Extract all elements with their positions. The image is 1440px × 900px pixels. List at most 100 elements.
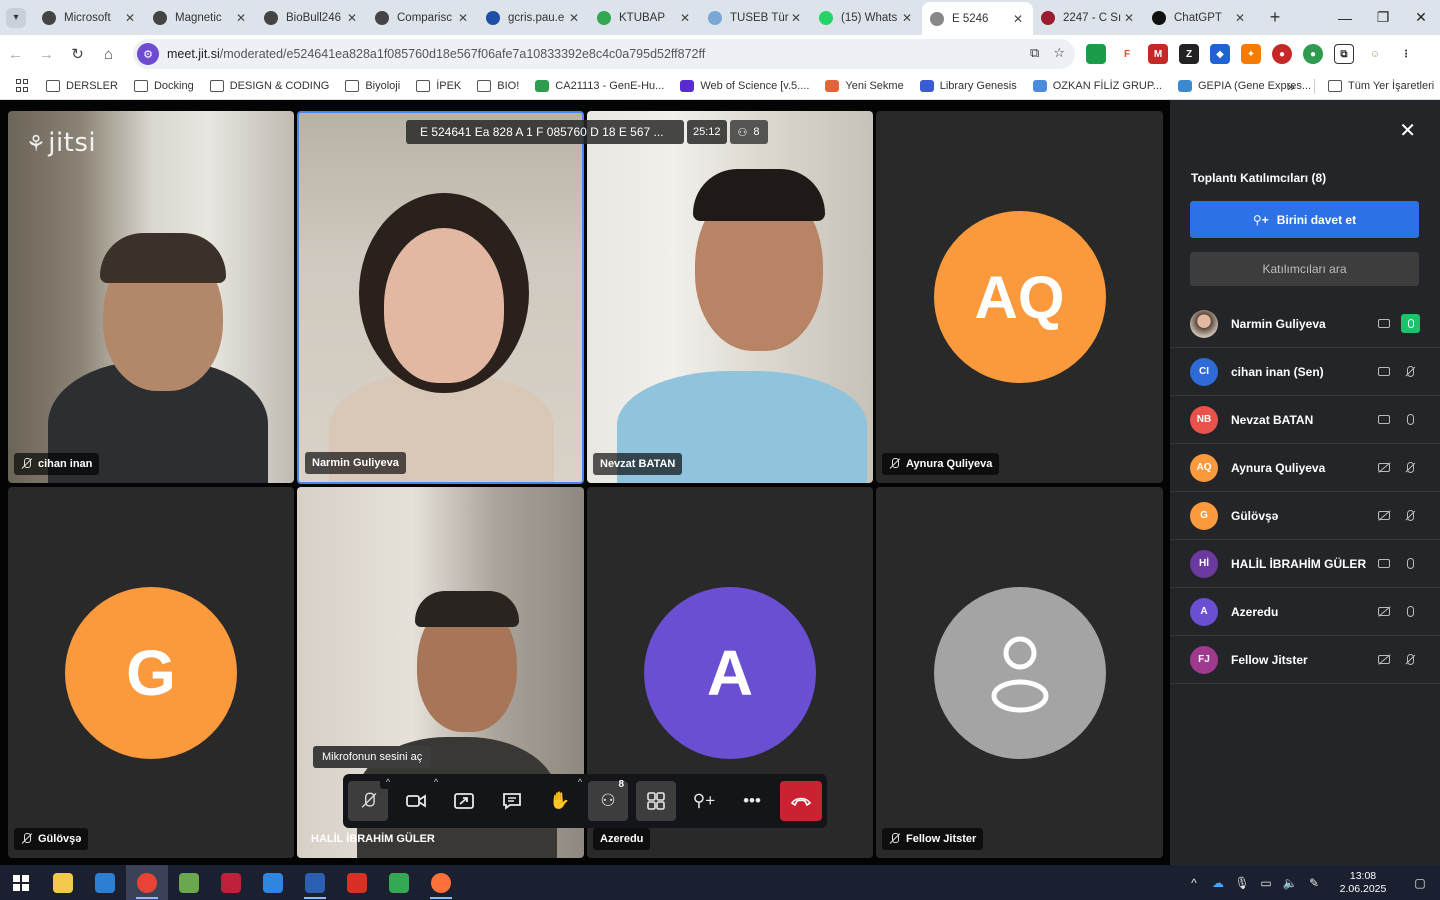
bookmark-item[interactable]: Yeni Sekme bbox=[825, 80, 904, 92]
tab-search-button[interactable]: ▾ bbox=[6, 7, 26, 28]
bookmark-item[interactable]: Docking bbox=[133, 80, 194, 92]
browser-tab[interactable]: (15) Whats ✕ bbox=[811, 0, 922, 35]
tab-close-icon[interactable]: ✕ bbox=[456, 11, 470, 25]
show-hidden-icons[interactable]: ^ bbox=[1182, 876, 1206, 890]
taskbar-mendeley[interactable] bbox=[210, 865, 252, 900]
network-icon[interactable]: ▭ bbox=[1254, 876, 1278, 890]
bookmark-item[interactable]: DERSLER bbox=[46, 80, 118, 92]
participant-row[interactable]: Hİ HALİL İBRAHİM GÜLER bbox=[1170, 540, 1440, 588]
taskbar-chrome[interactable] bbox=[126, 865, 168, 900]
participant-row[interactable]: AQ Aynura Quliyeva bbox=[1170, 444, 1440, 492]
taskbar-word[interactable] bbox=[294, 865, 336, 900]
browser-tab[interactable]: TÜSEB Türl ✕ bbox=[700, 0, 811, 35]
pen-icon[interactable]: ✎ bbox=[1302, 876, 1326, 890]
taskbar-file-explorer[interactable] bbox=[42, 865, 84, 900]
clock[interactable]: 13:08 2.06.2025 bbox=[1326, 870, 1400, 896]
video-tile-nevzat[interactable]: Nevzat BATAN bbox=[587, 111, 873, 483]
bookmark-item[interactable]: Library Genesis bbox=[919, 80, 1017, 92]
raise-hand-button[interactable]: ✋ ^ bbox=[540, 775, 588, 821]
participant-count-button[interactable]: ⚇ 8 bbox=[729, 120, 768, 144]
browser-tab[interactable]: Comparisc ✕ bbox=[367, 0, 478, 35]
close-window-button[interactable]: ✕ bbox=[1402, 0, 1440, 35]
address-bar[interactable]: ⚙ meet.jit.si/moderated/e524641ea828a1f0… bbox=[133, 39, 1075, 69]
academic-extension-icon[interactable]: ◆ bbox=[1210, 44, 1230, 64]
taskbar-discovery-studio[interactable] bbox=[84, 865, 126, 900]
minimize-button[interactable]: — bbox=[1326, 0, 1364, 35]
tile-view-button[interactable] bbox=[636, 781, 676, 821]
notifications-icon[interactable]: ▢ bbox=[1400, 876, 1440, 890]
reload-button[interactable]: ↻ bbox=[62, 39, 93, 69]
restore-button[interactable]: ❐ bbox=[1364, 0, 1402, 35]
bookmark-item[interactable]: CA21113 - GenE-Hu... bbox=[535, 80, 664, 92]
browser-tab[interactable]: KTUBAP ✕ bbox=[589, 0, 700, 35]
volume-icon[interactable]: 🔈 bbox=[1278, 876, 1302, 890]
participant-row[interactable]: FJ Fellow Jitster bbox=[1170, 636, 1440, 684]
microphone-tray-icon[interactable]: 🎙 bbox=[1230, 876, 1254, 890]
participant-row[interactable]: CI cihan inan (Sen) bbox=[1170, 348, 1440, 396]
video-tile-narmin[interactable]: Narmin Guliyeva bbox=[297, 111, 584, 484]
taskbar-firefox[interactable] bbox=[420, 865, 462, 900]
evernote-extension-icon[interactable] bbox=[1086, 44, 1106, 64]
chat-button[interactable] bbox=[492, 781, 532, 821]
participant-row[interactable]: A Azeredu bbox=[1170, 588, 1440, 636]
f-extension-icon[interactable]: F bbox=[1117, 44, 1137, 64]
audio-options-caret[interactable]: ^ bbox=[380, 775, 396, 789]
video-options-caret[interactable]: ^ bbox=[428, 775, 444, 789]
camera-button[interactable]: ^ bbox=[396, 775, 444, 821]
browser-tab[interactable]: BioBull246 ✕ bbox=[256, 0, 367, 35]
reactions-caret[interactable]: ^ bbox=[572, 775, 588, 789]
browser-tab[interactable]: Microsoft ✕ bbox=[34, 0, 145, 35]
start-button[interactable] bbox=[0, 865, 42, 900]
tab-close-icon[interactable]: ✕ bbox=[678, 11, 692, 25]
metamask-extension-icon[interactable]: ✦ bbox=[1241, 44, 1261, 64]
onedrive-icon[interactable]: ☁ bbox=[1206, 876, 1230, 890]
browser-tab[interactable]: 2247 - C Sı ✕ bbox=[1033, 0, 1144, 35]
screen-share-button[interactable] bbox=[444, 781, 484, 821]
browser-tab[interactable]: gcris.pau.e ✕ bbox=[478, 0, 589, 35]
zotero-extension-icon[interactable]: Z bbox=[1179, 44, 1199, 64]
participant-row[interactable]: G Gülövşə bbox=[1170, 492, 1440, 540]
close-panel-icon[interactable]: ✕ bbox=[1399, 118, 1416, 143]
video-tile-gulovse[interactable]: G Gülövşə bbox=[8, 487, 294, 858]
tab-close-icon[interactable]: ✕ bbox=[789, 11, 803, 25]
extensions-puzzle-icon[interactable]: ⧉ bbox=[1334, 44, 1354, 64]
tab-close-icon[interactable]: ✕ bbox=[900, 11, 914, 25]
browser-menu-icon[interactable]: ⋮ bbox=[1396, 44, 1416, 64]
red-extension-icon[interactable]: ● bbox=[1272, 44, 1292, 64]
invite-someone-button[interactable]: ⚲+ Birini davet et bbox=[1190, 201, 1419, 238]
url-text[interactable]: meet.jit.si/moderated/e524641ea828a1f085… bbox=[167, 47, 705, 61]
taskbar-blue-app[interactable] bbox=[252, 865, 294, 900]
participant-row[interactable]: Narmin Guliyeva bbox=[1170, 300, 1440, 348]
taskbar-pdf-app[interactable] bbox=[336, 865, 378, 900]
browser-tab[interactable]: E 5246 ✕ bbox=[922, 2, 1033, 35]
install-app-icon[interactable]: ⧉ bbox=[1030, 45, 1039, 61]
video-tile-fellow-jitster[interactable]: Fellow Jitster bbox=[876, 487, 1163, 858]
tab-close-icon[interactable]: ✕ bbox=[1011, 12, 1025, 26]
browser-tab[interactable]: ChatGPT ✕ bbox=[1144, 0, 1255, 35]
bookmark-item[interactable]: İPEK bbox=[416, 80, 461, 92]
home-button[interactable]: ⌂ bbox=[93, 39, 124, 69]
mendeley-extension-icon[interactable]: M bbox=[1148, 44, 1168, 64]
tab-close-icon[interactable]: ✕ bbox=[567, 11, 581, 25]
microphone-button[interactable]: ^ bbox=[348, 775, 396, 821]
back-button[interactable]: ← bbox=[0, 39, 31, 69]
bookmark-item[interactable]: OZKAN FİLİZ GRUP... bbox=[1032, 80, 1162, 92]
tab-close-icon[interactable]: ✕ bbox=[123, 11, 137, 25]
taskbar-drive[interactable] bbox=[378, 865, 420, 900]
participant-row[interactable]: NB Nevzat BATAN bbox=[1170, 396, 1440, 444]
participant-search-input[interactable] bbox=[1190, 252, 1419, 286]
invite-button[interactable]: ⚲+ bbox=[684, 781, 724, 821]
more-actions-button[interactable]: ••• bbox=[732, 781, 772, 821]
new-tab-button[interactable]: + bbox=[1263, 7, 1287, 28]
jitsi-logo[interactable]: ⚘jitsi bbox=[26, 128, 96, 158]
tab-close-icon[interactable]: ✕ bbox=[234, 11, 248, 25]
video-tile-cihan[interactable]: cihan inan bbox=[8, 111, 294, 483]
green-extension-icon[interactable]: ● bbox=[1303, 44, 1323, 64]
bookmark-item[interactable]: BIO! bbox=[477, 80, 519, 92]
all-bookmarks-button[interactable]: Tüm Yer İşaretleri bbox=[1328, 80, 1434, 92]
bookmark-item[interactable]: DESIGN & CODING bbox=[209, 80, 329, 92]
tab-close-icon[interactable]: ✕ bbox=[1233, 11, 1247, 25]
tab-close-icon[interactable]: ✕ bbox=[345, 11, 359, 25]
site-info-icon[interactable]: ⚙ bbox=[137, 43, 159, 65]
profile-avatar-icon[interactable]: ☺ bbox=[1365, 44, 1385, 64]
